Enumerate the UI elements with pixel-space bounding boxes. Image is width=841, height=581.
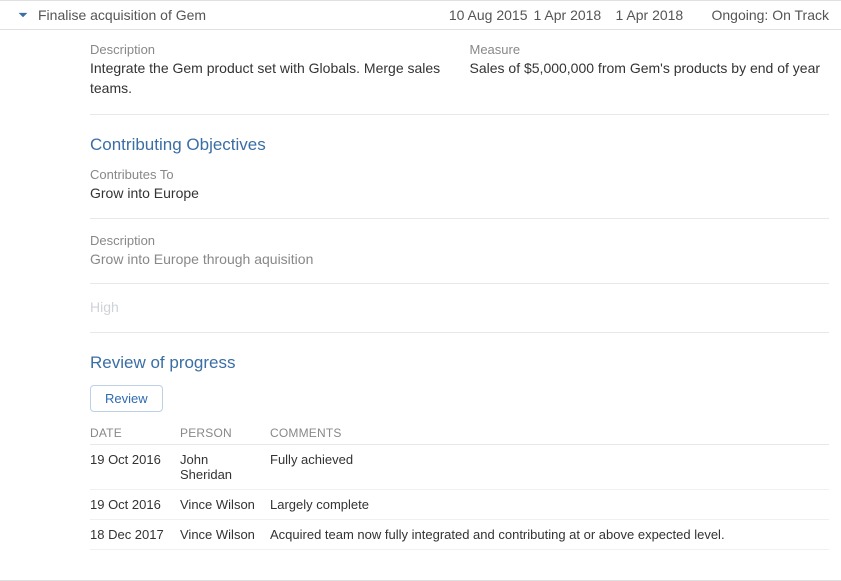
cell-person: Vince Wilson <box>180 489 270 519</box>
contributing-description-value: Grow into Europe through aquisition <box>90 250 829 270</box>
header-dates: 10 Aug 2015 1 Apr 2018 1 Apr 2018 <box>449 7 692 23</box>
table-row: 19 Oct 2016 John Sheridan Fully achieved <box>90 444 829 489</box>
review-button[interactable]: Review <box>90 385 163 412</box>
start-date: 10 Aug 2015 <box>449 7 528 23</box>
col-header-comments: COMMENTS <box>270 420 829 445</box>
measure-label: Measure <box>470 42 830 57</box>
cell-date: 19 Oct 2016 <box>90 444 180 489</box>
cell-comments: Largely complete <box>270 489 829 519</box>
contributes-to-block: Contributes To Grow into Europe <box>90 167 829 219</box>
review-table: DATE PERSON COMMENTS 19 Oct 2016 John Sh… <box>90 420 829 550</box>
chevron-down-icon <box>16 8 30 22</box>
review-progress-title: Review of progress <box>90 353 829 373</box>
cell-date: 19 Oct 2016 <box>90 489 180 519</box>
cell-comments: Acquired team now fully integrated and c… <box>270 519 829 549</box>
contributes-to-value: Grow into Europe <box>90 184 829 204</box>
table-row: 19 Oct 2016 Vince Wilson Largely complet… <box>90 489 829 519</box>
col-header-date: DATE <box>90 420 180 445</box>
cell-person: Vince Wilson <box>180 519 270 549</box>
priority-block: High <box>90 298 829 333</box>
contributing-description-label: Description <box>90 233 829 248</box>
review-date: 1 Apr 2018 <box>615 7 691 23</box>
contributes-to-label: Contributes To <box>90 167 829 182</box>
priority-value: High <box>90 298 829 318</box>
contributing-objectives-title: Contributing Objectives <box>90 135 829 155</box>
cell-date: 18 Dec 2017 <box>90 519 180 549</box>
description-label: Description <box>90 42 450 57</box>
cell-comments: Fully achieved <box>270 444 829 489</box>
objective-title: Finalise acquisition of Gem <box>38 7 449 23</box>
contributing-description-block: Description Grow into Europe through aqu… <box>90 233 829 285</box>
details-section: Description Integrate the Gem product se… <box>90 42 829 115</box>
table-row: 18 Dec 2017 Vince Wilson Acquired team n… <box>90 519 829 549</box>
description-value: Integrate the Gem product set with Globa… <box>90 59 450 98</box>
measure-value: Sales of $5,000,000 from Gem's products … <box>470 59 830 79</box>
target-date: 1 Apr 2018 <box>533 7 609 23</box>
objective-header-row[interactable]: Finalise acquisition of Gem 10 Aug 2015 … <box>0 0 841 30</box>
status-text: Ongoing: On Track <box>711 7 829 23</box>
cell-person: John Sheridan <box>180 444 270 489</box>
col-header-person: PERSON <box>180 420 270 445</box>
